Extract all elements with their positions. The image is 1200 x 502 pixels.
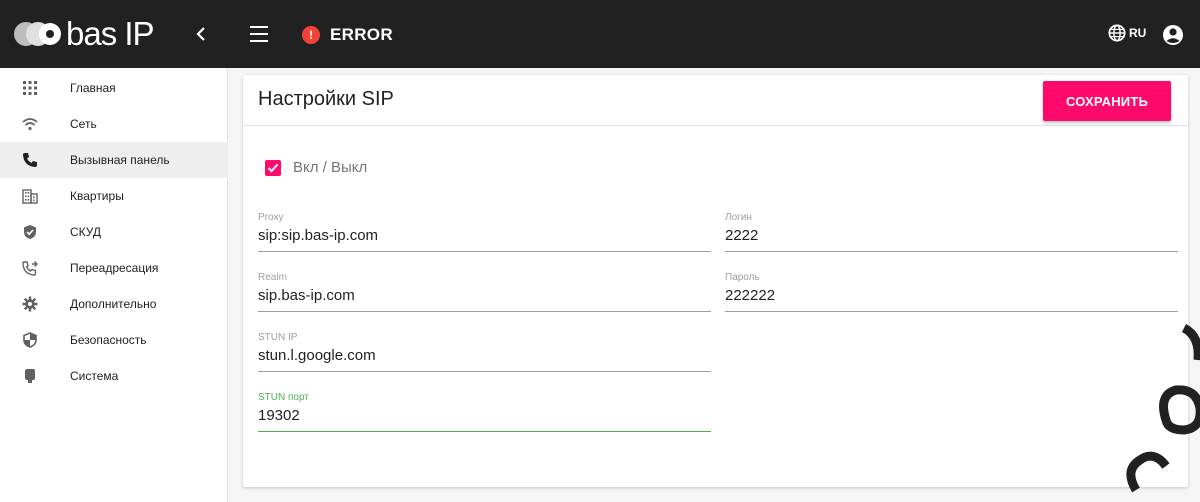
sidebar-item-network[interactable]: Сеть: [0, 106, 228, 142]
building-icon: [22, 189, 38, 204]
checkmark-icon: [267, 163, 279, 172]
sidebar-item-label: СКУД: [70, 225, 102, 239]
gear-icon: [22, 296, 38, 312]
enable-label: Вкл / Выкл: [293, 159, 368, 176]
phone-icon: [23, 153, 37, 167]
proxy-label: Proxy: [258, 212, 284, 223]
stun-ip-field[interactable]: STUN IP: [258, 332, 711, 372]
stun-port-input[interactable]: [258, 407, 711, 424]
sidebar-item-apartments[interactable]: Квартиры: [0, 178, 228, 214]
sidebar-item-security[interactable]: Безопасность: [0, 322, 228, 358]
status-indicator: ! ERROR: [302, 24, 393, 46]
stun-port-field[interactable]: STUN порт: [258, 392, 711, 432]
sidebar-item-label: Безопасность: [70, 333, 147, 347]
password-input[interactable]: [725, 287, 1178, 304]
security-icon: [23, 332, 37, 348]
proxy-field[interactable]: Proxy: [258, 212, 711, 252]
stun-ip-label: STUN IP: [258, 332, 298, 343]
user-account-icon[interactable]: [1162, 24, 1184, 46]
enable-checkbox[interactable]: [265, 159, 281, 176]
sidebar-item-additional[interactable]: Дополнительно: [0, 286, 228, 322]
proxy-input[interactable]: [258, 227, 711, 244]
login-field[interactable]: Логин: [725, 212, 1178, 252]
language-selector[interactable]: RU: [1108, 24, 1146, 42]
enable-toggle-row[interactable]: Вкл / Выкл: [265, 159, 367, 176]
sidebar-item-label: Дополнительно: [70, 297, 157, 311]
grid-icon: [23, 81, 37, 95]
top-bar: bas IP ! ERROR RU: [0, 0, 1200, 68]
sidebar-item-label: Вызывная панель: [70, 153, 170, 167]
realm-field[interactable]: Realm: [258, 272, 711, 312]
save-button[interactable]: СОХРАНИТЬ: [1043, 81, 1171, 121]
error-icon: !: [302, 26, 320, 44]
sidebar-item-label: Переадресация: [70, 261, 159, 275]
system-icon: [25, 369, 35, 383]
language-code: RU: [1129, 26, 1147, 40]
sidebar: Главная Сеть Вызывная панель Квартиры СК…: [0, 68, 228, 502]
sidebar-item-label: Система: [70, 369, 119, 383]
password-label: Пароль: [725, 272, 760, 283]
card-header: Настройки SIP СОХРАНИТЬ: [243, 75, 1188, 126]
chevron-left-icon: [196, 27, 205, 41]
sidebar-item-label: Сеть: [70, 117, 97, 131]
menu-line: [250, 33, 268, 35]
collapse-sidebar-button[interactable]: [192, 24, 210, 44]
stun-ip-input[interactable]: [258, 347, 711, 364]
call-forward-icon: [22, 261, 38, 276]
status-text: ERROR: [330, 25, 393, 44]
login-label: Логин: [725, 212, 752, 223]
page-title: Настройки SIP: [258, 88, 394, 110]
wifi-icon: [22, 118, 38, 131]
menu-line: [250, 40, 268, 42]
login-input[interactable]: [725, 227, 1178, 244]
menu-line: [250, 26, 268, 28]
hamburger-menu-button[interactable]: [250, 26, 270, 42]
brand-name: bas IP: [66, 15, 155, 52]
realm-label: Realm: [258, 272, 287, 283]
password-field[interactable]: Пароль: [725, 272, 1178, 312]
sidebar-item-call-panel[interactable]: Вызывная панель: [0, 142, 228, 178]
globe-icon: [1108, 24, 1126, 42]
realm-input[interactable]: [258, 287, 711, 304]
sidebar-item-home[interactable]: Главная: [0, 70, 228, 106]
sip-settings-card: Настройки SIP СОХРАНИТЬ Вкл / Выкл Proxy…: [243, 75, 1188, 487]
logo-area: bas IP: [0, 0, 228, 68]
shield-check-icon: [24, 225, 36, 239]
sidebar-item-access-control[interactable]: СКУД: [0, 214, 228, 250]
sidebar-item-system[interactable]: Система: [0, 358, 228, 394]
brand-logo-icon: [14, 22, 61, 46]
sidebar-item-call-forwarding[interactable]: Переадресация: [0, 250, 228, 286]
sidebar-item-label: Квартиры: [70, 189, 124, 203]
sidebar-item-label: Главная: [70, 81, 116, 95]
stun-port-label: STUN порт: [258, 392, 309, 403]
